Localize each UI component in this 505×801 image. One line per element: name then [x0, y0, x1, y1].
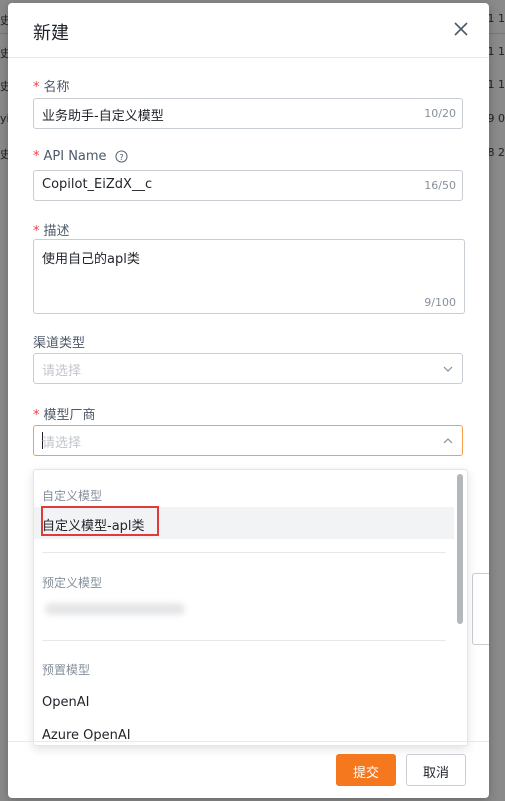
name-label: * 名称: [33, 80, 70, 95]
description-label: * 描述: [33, 224, 70, 239]
create-modal: 新建 * 名称 业务助手-自定义模型 10/20 * API Name ? Copi…: [8, 3, 489, 798]
chevron-up-icon: [443, 438, 453, 444]
api-name-counter: 16/50: [424, 179, 456, 192]
description-textarea[interactable]: 使用自己的apl类 9/100: [33, 239, 465, 314]
cancel-button[interactable]: 取消: [406, 754, 466, 786]
submit-button[interactable]: 提交: [336, 754, 396, 786]
name-counter: 10/20: [424, 107, 456, 120]
api-name-input[interactable]: Copilot_EiZdX__c 16/50: [33, 170, 463, 201]
modal-footer: 提交 取消: [8, 741, 489, 798]
channel-type-label: 渠道类型: [33, 336, 86, 351]
dropdown-scrollbar[interactable]: [457, 474, 463, 624]
close-icon[interactable]: [451, 19, 471, 39]
dropdown-divider: [42, 552, 446, 553]
description-counter: 9/100: [424, 296, 456, 309]
vendor-select[interactable]: 请选择: [33, 425, 463, 456]
dropdown-group-title: 预定义模型: [42, 576, 103, 590]
help-icon[interactable]: ?: [115, 150, 128, 163]
api-name-label: * API Name ?: [33, 149, 128, 164]
blurred-option-text: [45, 603, 185, 615]
dropdown-group-title: 预置模型: [42, 663, 91, 677]
vendor-label: * 模型厂商: [33, 408, 96, 423]
modal-title: 新建: [33, 23, 69, 44]
highlight-annotation: [41, 506, 159, 536]
chevron-down-icon: [443, 366, 453, 372]
name-input[interactable]: 业务助手-自定义模型 10/20: [33, 98, 463, 129]
dropdown-option-openai[interactable]: OpenAI: [34, 687, 454, 719]
svg-text:?: ?: [119, 152, 123, 162]
modal-header: 新建: [8, 3, 489, 58]
dropdown-group-title: 自定义模型: [42, 489, 103, 503]
hidden-field-edge: [472, 573, 489, 645]
channel-type-select[interactable]: 请选择: [33, 353, 463, 384]
dropdown-divider: [42, 640, 446, 641]
